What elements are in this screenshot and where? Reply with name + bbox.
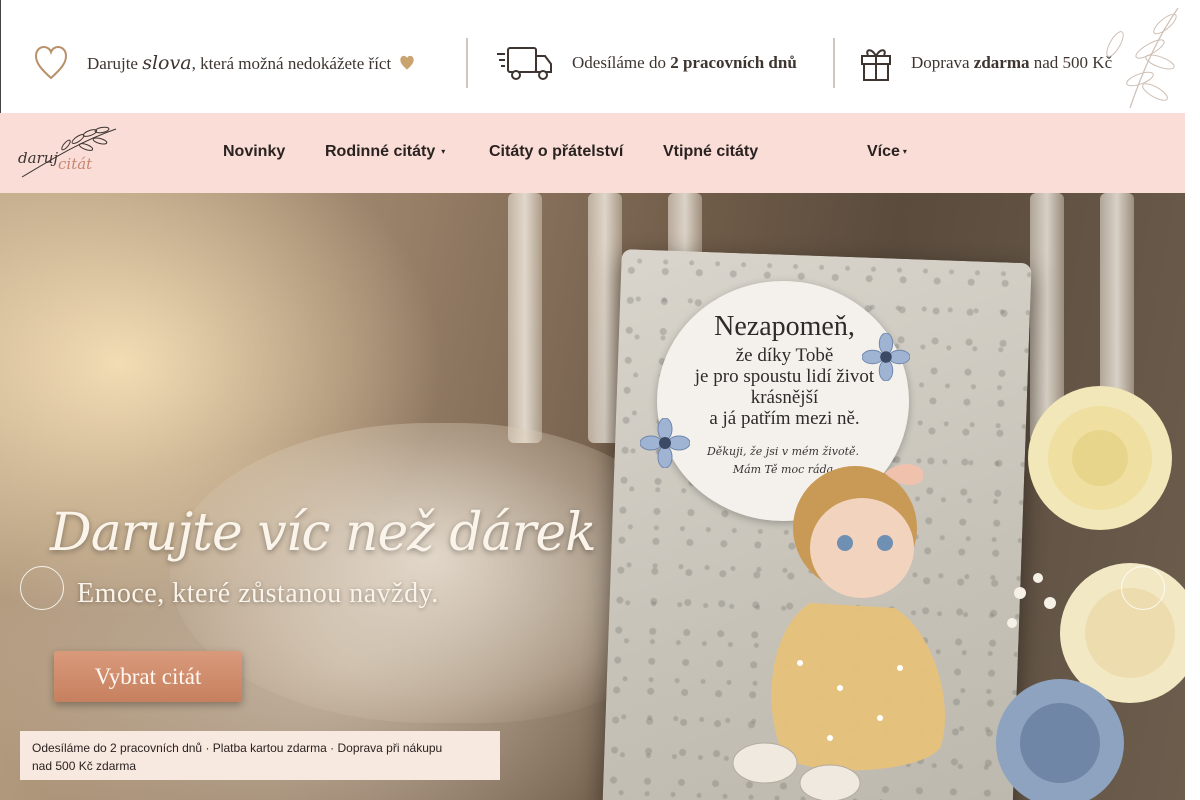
site-header: daruj citát Novinky Rodinné citáty ▾ Citá… [0,113,1185,193]
notice-bar: Odesíláme do 2 pracovních dnů · Platba k… [20,731,500,780]
info-text-free-delivery: Doprava zdarma nad 500 Kč [911,53,1113,72]
search-icon[interactable] [974,146,988,164]
info-text-shipping: Odesíláme do 2 pracovních dnů [572,53,797,72]
info-item-words: Darujte slova, která možná nedokážete ří… [33,38,415,88]
chevron-left-icon[interactable] [20,566,64,610]
choose-quote-button[interactable]: Vybrat citát [54,651,242,702]
heart-outline-icon [34,45,68,80]
heart-filled-icon [400,55,414,70]
flower-icon [862,333,910,381]
info-banner: Darujte slova, která možná nedokážete ří… [0,0,1185,113]
banner-divider [466,38,468,88]
delivery-truck-icon [497,47,552,80]
leaf-branch-icon [1106,7,1179,109]
chevron-down-icon: ▾ [441,147,446,157]
logo-text: daruj [18,149,59,167]
girl-illustration [732,464,945,800]
hero-slider: Nezapomeň, že díky Tobě je pro spoustu l… [0,193,1185,800]
nav-item-novinky[interactable]: Novinky [223,143,285,161]
chevron-down-icon: ▾ [902,147,907,157]
nav-item-rodinne-citaty[interactable]: Rodinné citáty ▾ [325,143,445,161]
info-text-words: Darujte slova, která možná nedokážete ří… [87,52,392,74]
gift-icon [861,49,891,81]
logo-text-accent: citát [58,155,93,173]
cart-icon[interactable] [1134,146,1148,164]
chevron-right-icon[interactable] [1121,566,1165,610]
nav-item-citaty-o-pratelstvi[interactable]: Citáty o přátelství [489,143,623,161]
nav-item-vtipne-citaty[interactable]: Vtipné citáty [663,143,758,161]
notice-text: Odesíláme do 2 pracovních dnů · Platba k… [32,741,443,773]
nav-item-vice[interactable]: Více ▾ [867,143,907,161]
flower-icon [640,418,690,468]
banner-divider [833,38,835,88]
user-icon[interactable] [1054,146,1068,164]
info-item-shipping: Odesíláme do 2 pracovních dnů [496,38,797,88]
info-item-free-delivery: Doprava zdarma nad 500 Kč [859,38,1112,88]
close-icon[interactable] [470,747,486,763]
hero-title: Darujte víc než dárek [50,503,597,563]
hero-subtitle: Emoce, které zůstanou navždy. [77,578,439,609]
